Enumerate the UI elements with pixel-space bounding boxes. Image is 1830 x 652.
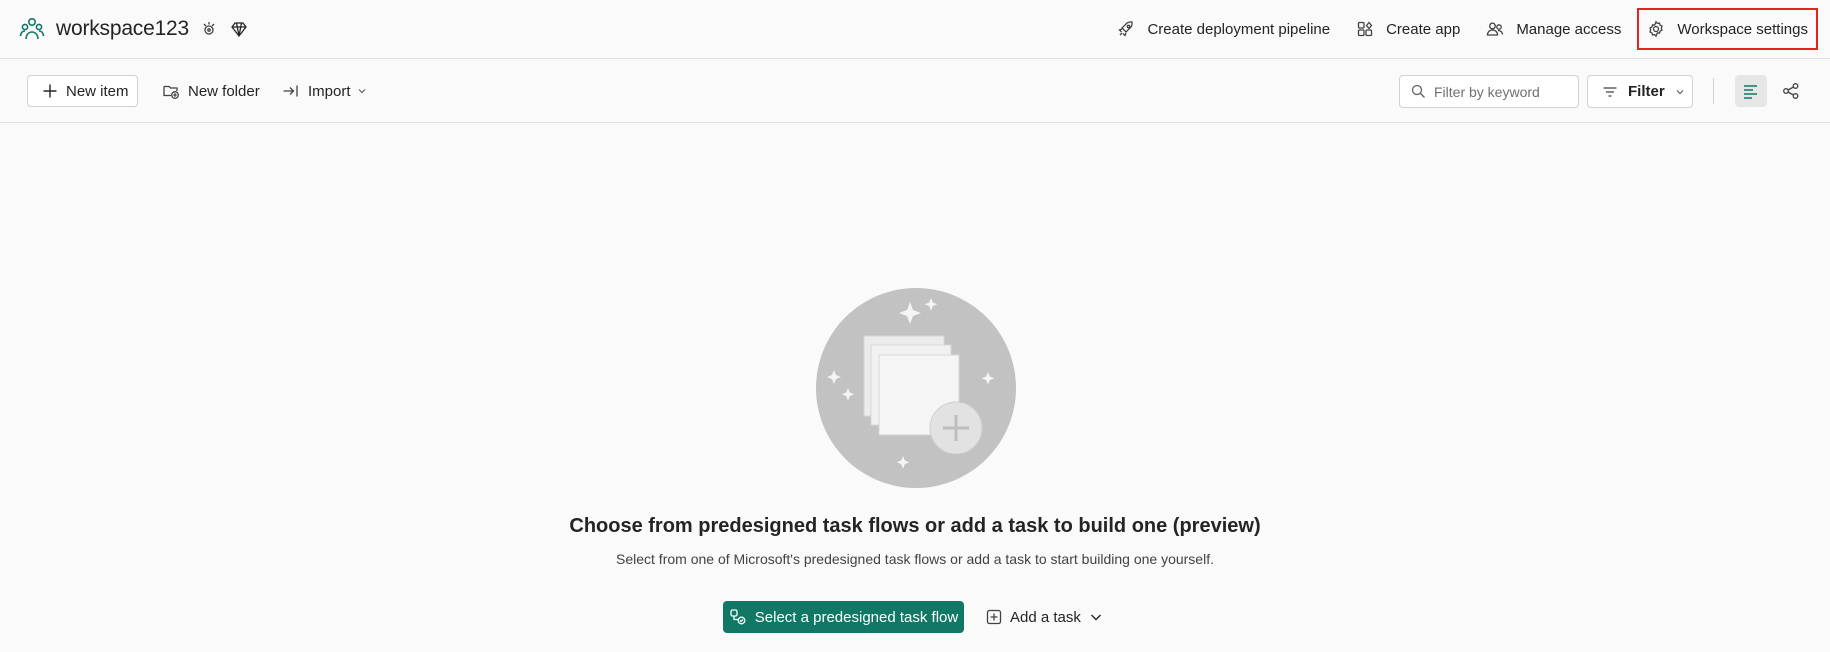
- empty-state-title: Choose from predesigned task flows or ad…: [569, 515, 1261, 537]
- toolbar-divider: [1713, 78, 1714, 104]
- import-dropdown[interactable]: Import: [282, 75, 367, 107]
- workspace-icon: [19, 17, 45, 40]
- add-task-dropdown[interactable]: Add a task: [986, 601, 1103, 633]
- select-predesigned-task-flow-label: Select a predesigned task flow: [754, 608, 959, 626]
- app-icon: [1357, 21, 1373, 37]
- select-predesigned-task-flow-button[interactable]: Select a predesigned task flow: [723, 601, 964, 633]
- create-deployment-pipeline-label: Create deployment pipeline: [1147, 20, 1331, 38]
- search-icon: [1411, 84, 1425, 98]
- create-app-button[interactable]: Create app: [1346, 8, 1470, 50]
- new-item-label: New item: [66, 82, 129, 100]
- chevron-down-icon: [1676, 89, 1684, 94]
- import-label: Import: [308, 82, 351, 100]
- new-folder-icon: [163, 85, 179, 99]
- lineage-view-icon: [1783, 83, 1799, 99]
- create-deployment-pipeline-button[interactable]: Create deployment pipeline: [1107, 8, 1340, 50]
- add-square-icon: [986, 609, 1002, 625]
- people-icon: [1487, 22, 1504, 36]
- empty-state-illustration: [816, 288, 1016, 488]
- lineage-view-button[interactable]: [1775, 75, 1807, 107]
- new-folder-label: New folder: [188, 82, 260, 100]
- chevron-down-icon: [1090, 614, 1101, 621]
- new-folder-button[interactable]: New folder: [162, 75, 260, 107]
- filter-keyword-search[interactable]: [1399, 75, 1579, 108]
- identity-icon[interactable]: [199, 19, 219, 39]
- header-actions: Create deployment pipeline Create app Ma…: [1101, 8, 1818, 50]
- plus-icon: [43, 84, 57, 98]
- workspace-settings-label: Workspace settings: [1677, 20, 1808, 38]
- gear-icon: [1649, 20, 1664, 38]
- chevron-down-icon: [358, 89, 365, 94]
- filter-icon: [1603, 86, 1617, 97]
- workspace-header: workspace123 Create deployment pipeline …: [0, 0, 1830, 59]
- workspace-settings-button[interactable]: Workspace settings: [1637, 8, 1818, 50]
- empty-state-subtitle: Select from one of Microsoft's predesign…: [616, 551, 1214, 567]
- filter-button[interactable]: Filter: [1587, 75, 1693, 108]
- create-app-label: Create app: [1386, 20, 1461, 38]
- add-task-label: Add a task: [1010, 608, 1081, 626]
- workspace-toolbar: New item New folder Import Filter: [0, 60, 1830, 123]
- workspace-name: workspace123: [56, 17, 190, 40]
- premium-diamond-icon[interactable]: [229, 19, 249, 39]
- list-view-icon: [1744, 85, 1757, 99]
- list-view-button[interactable]: [1735, 75, 1767, 107]
- search-input[interactable]: [1434, 83, 1574, 100]
- filter-label: Filter: [1628, 83, 1665, 100]
- task-flow-icon: [730, 609, 746, 625]
- rocket-icon: [1118, 21, 1134, 37]
- import-arrow-icon: [283, 85, 298, 97]
- manage-access-button[interactable]: Manage access: [1476, 8, 1631, 50]
- workspace-title-area: workspace123: [0, 15, 249, 43]
- manage-access-label: Manage access: [1516, 20, 1622, 38]
- new-item-button[interactable]: New item: [27, 75, 138, 107]
